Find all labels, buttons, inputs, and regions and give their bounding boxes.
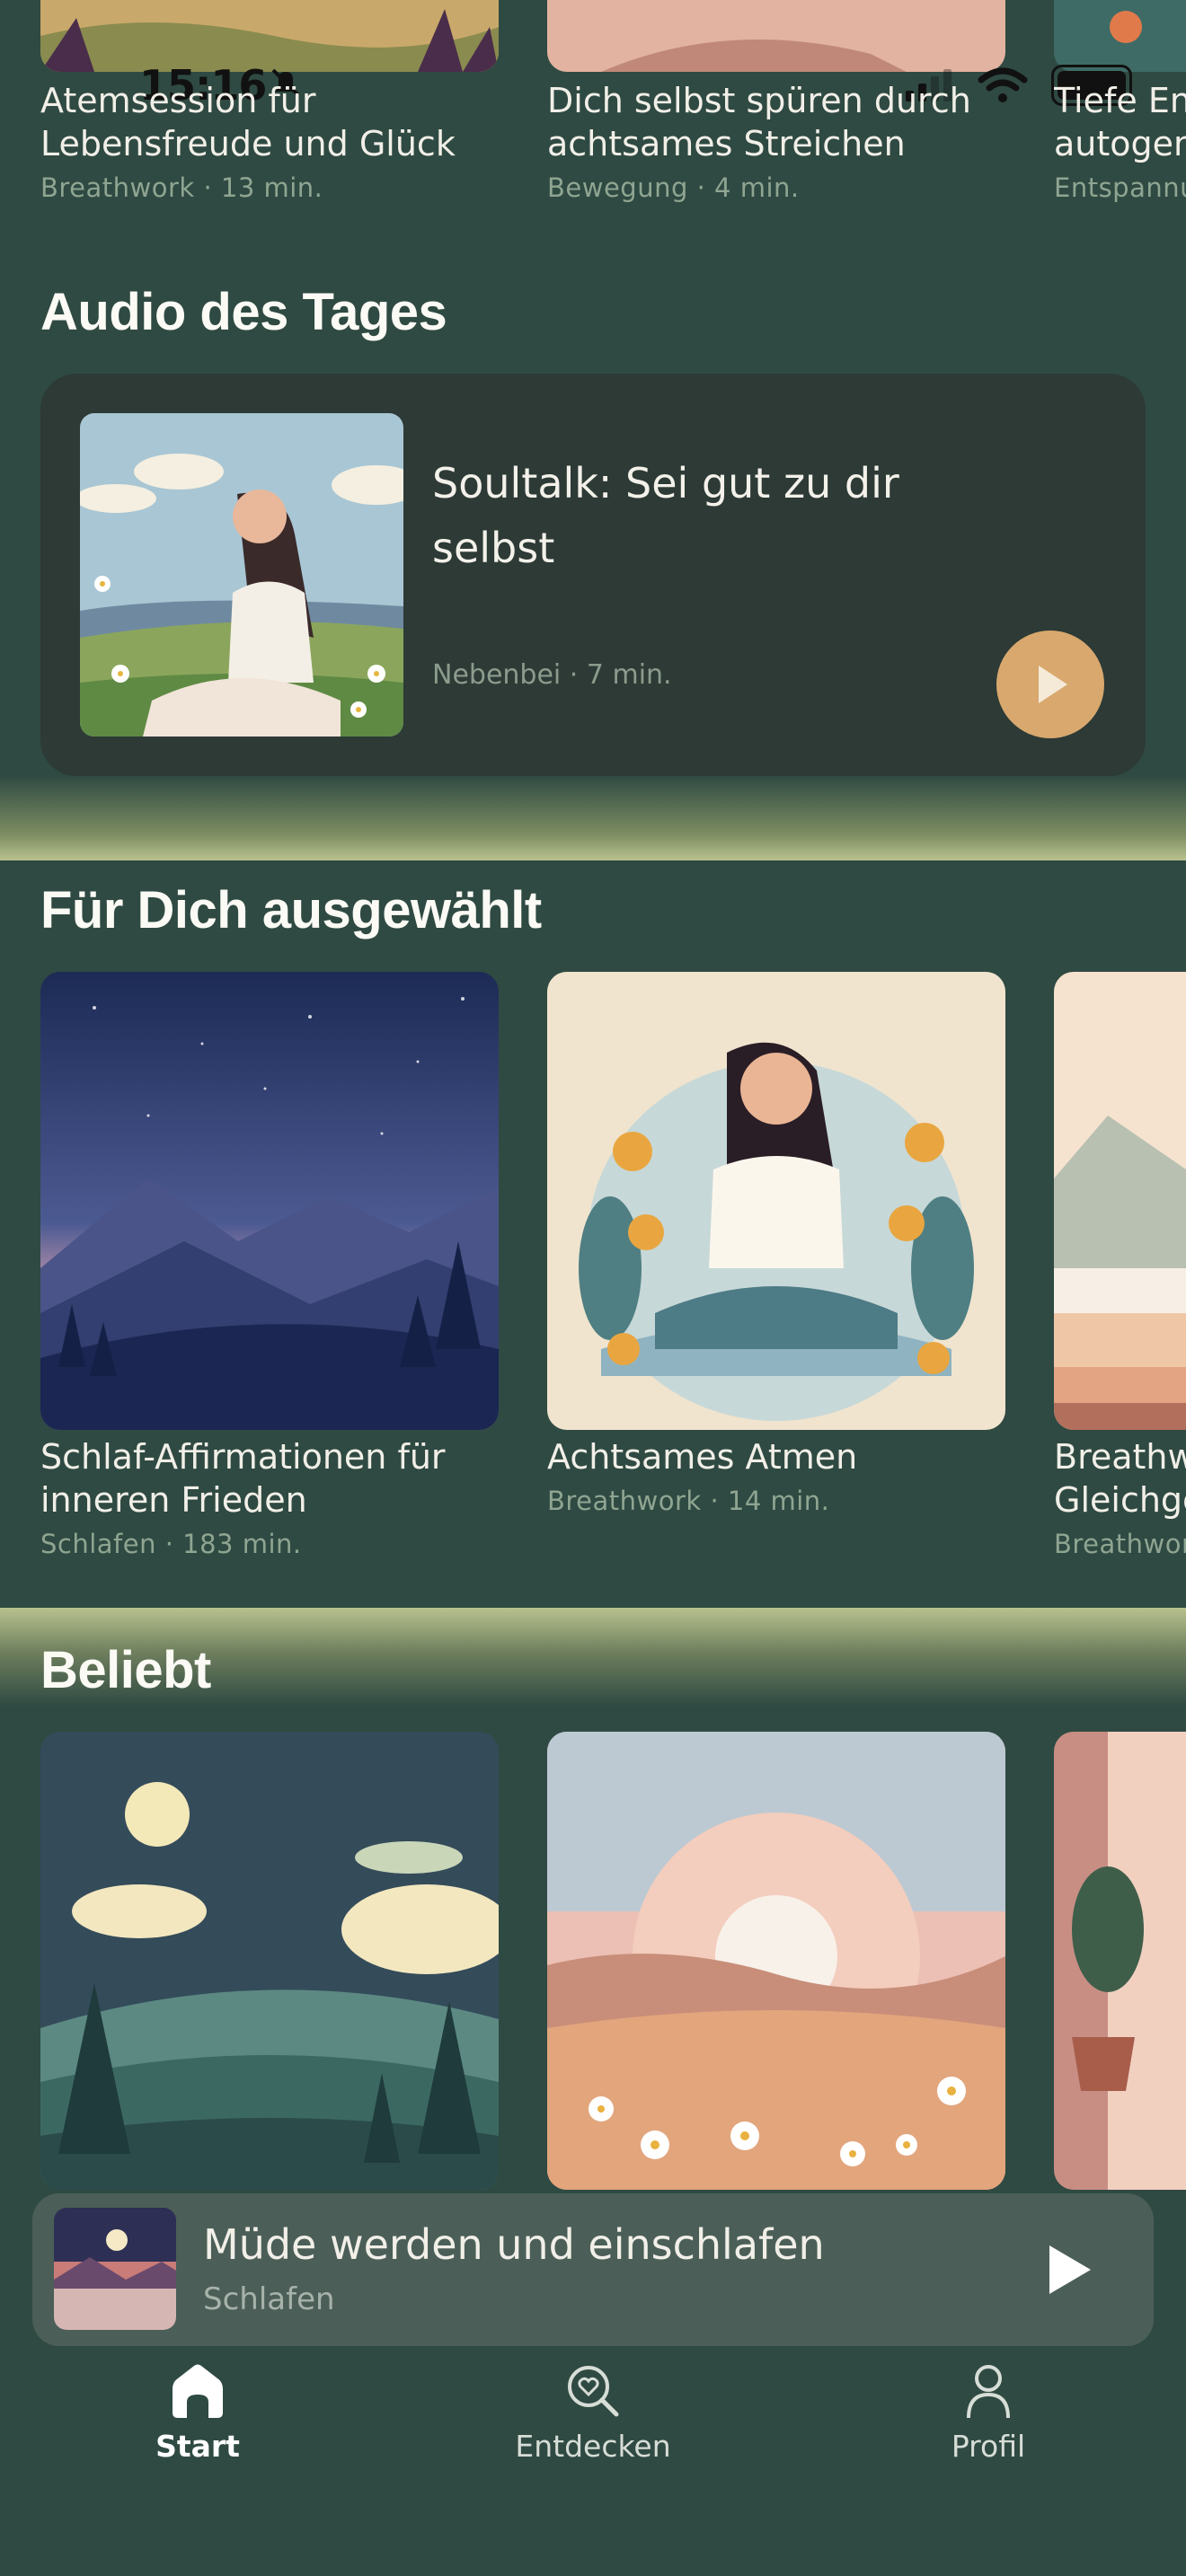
audio-of-day-play-button[interactable] [996, 631, 1104, 738]
for-you-card-2-meta: Breathwork · 14 min. [547, 1486, 830, 1516]
for-you-card-3-meta: Breathwork [1054, 1529, 1186, 1559]
for-you-card-1-title: Schlaf-Affirmationen für inneren Frieden [40, 1437, 446, 1520]
audio-of-day-image [80, 413, 403, 737]
tab-start-label: Start [155, 2429, 240, 2464]
tab-start[interactable]: Start [117, 2362, 279, 2464]
mini-player-play-button[interactable] [1037, 2238, 1100, 2301]
tab-entdecken[interactable]: Entdecken [503, 2362, 683, 2464]
top-card-2-title: Dich selbst spüren durch achtsames Strei… [547, 81, 971, 163]
tab-entdecken-label: Entdecken [515, 2429, 671, 2464]
top-card-1-title: Atemsession für Lebensfreude und Glück [40, 81, 456, 163]
for-you-card-3-title: Breathwork Gleichgewicht [1054, 1437, 1186, 1520]
discover-icon [568, 2366, 619, 2417]
for-you-card-3[interactable]: Breathwork Gleichgewicht Breathwork [1054, 1435, 1186, 1559]
top-card-1[interactable]: Atemsession für Lebensfreude und Glück B… [40, 79, 508, 203]
play-icon [1049, 2245, 1091, 2294]
top-card-3-title: Tiefe Entspannung autogen [1054, 81, 1186, 163]
for-you-card-1-meta: Schlafen · 183 min. [40, 1529, 302, 1559]
home-icon [173, 2364, 223, 2418]
tab-profil[interactable]: Profil [907, 2362, 1069, 2464]
mini-player-artwork [54, 2208, 176, 2330]
popular-heading: Beliebt [40, 1641, 211, 1699]
top-card-2[interactable]: Dich selbst spüren durch achtsames Strei… [547, 79, 1014, 203]
top-card-2-image[interactable] [547, 0, 1005, 72]
audio-of-day-heading: Audio des Tages [40, 283, 447, 341]
for-you-card-1-image[interactable] [40, 972, 499, 1430]
top-card-1-image[interactable] [40, 0, 499, 72]
top-card-1-meta: Breathwork · 13 min. [40, 172, 323, 203]
popular-card-2-image[interactable] [547, 1732, 1005, 2190]
section-divider [0, 776, 1186, 860]
mini-player-subtitle: Schlafen [203, 2281, 335, 2317]
for-you-card-2-title: Achtsames Atmen [547, 1437, 858, 1477]
for-you-card-2-image[interactable] [547, 972, 1005, 1430]
popular-card-3-image[interactable] [1054, 1732, 1186, 2190]
mini-player[interactable]: Müde werden und einschlafen Schlafen [32, 2193, 1154, 2346]
tab-profil-label: Profil [951, 2429, 1026, 2464]
for-you-heading: Für Dich ausgewählt [40, 881, 542, 940]
for-you-card-2[interactable]: Achtsames Atmen Breathwork · 14 min. [547, 1435, 1023, 1516]
mini-player-title: Müde werden und einschlafen [203, 2220, 825, 2269]
profile-icon [967, 2365, 1010, 2419]
popular-card-1-image[interactable] [40, 1732, 499, 2190]
top-card-2-meta: Bewegung · 4 min. [547, 172, 800, 203]
audio-of-day-meta: Nebenbei · 7 min. [432, 659, 672, 691]
audio-of-day-title: Soultalk: Sei gut zu dir selbst [432, 459, 899, 572]
for-you-card-1[interactable]: Schlaf-Affirmationen für inneren Frieden… [40, 1435, 517, 1559]
for-you-card-3-image[interactable] [1054, 972, 1186, 1430]
top-card-3-image[interactable] [1054, 0, 1186, 72]
top-card-3-meta: Entspannung [1054, 172, 1186, 203]
top-card-3[interactable]: Tiefe Entspannung autogen Entspannung [1054, 79, 1186, 203]
audio-of-day-card[interactable]: Soultalk: Sei gut zu dir selbst Nebenbei… [40, 374, 1146, 776]
play-icon [1039, 666, 1067, 703]
